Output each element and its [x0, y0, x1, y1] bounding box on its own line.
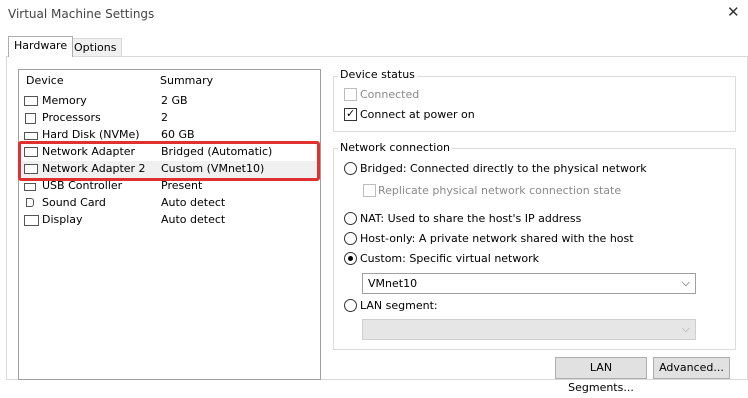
lan-segment-select[interactable]: ⌵ [362, 319, 696, 340]
device-summary: 2 GB [161, 94, 188, 107]
custom-network-select[interactable]: VMnet10 ⌵ [362, 273, 696, 294]
nat-label: NAT: Used to share the host's IP address [360, 212, 582, 225]
network-connection-label: Network connection [338, 141, 453, 154]
device-summary: 60 GB [161, 128, 195, 141]
device-row-sound-card[interactable]: Sound Card Auto detect [22, 195, 318, 212]
hard-disk-icon [24, 132, 38, 140]
connect-at-power-on-checkbox[interactable]: ✓ [344, 107, 357, 121]
usb-icon [24, 183, 36, 191]
select-value: VMnet10 [368, 277, 418, 290]
device-summary: 2 [161, 111, 168, 124]
memory-icon [24, 96, 38, 106]
connected-checkbox[interactable] [344, 88, 357, 101]
connected-label: Connected [360, 88, 420, 101]
tab-hardware[interactable]: Hardware [8, 36, 74, 57]
lan-segment-label: LAN segment: [360, 299, 438, 312]
chevron-down-icon: ⌵ [681, 276, 690, 289]
device-row-processors[interactable]: Processors 2 [22, 110, 318, 127]
check-icon: ✓ [346, 107, 356, 120]
window-title: Virtual Machine Settings [8, 7, 155, 21]
device-summary: Auto detect [161, 213, 226, 226]
device-status-group [333, 76, 736, 132]
device-status-label: Device status [338, 68, 417, 81]
speaker-icon [26, 198, 34, 207]
replicate-checkbox[interactable] [363, 184, 376, 197]
highlight-annotation [18, 141, 320, 181]
lan-segment-radio[interactable] [344, 299, 357, 312]
processor-icon [25, 113, 36, 124]
device-summary: Auto detect [161, 196, 226, 209]
chevron-down-icon: ⌵ [681, 322, 690, 335]
monitor-icon [24, 215, 39, 226]
bridged-label: Bridged: Connected directly to the physi… [360, 162, 647, 175]
device-name: Memory [42, 94, 87, 107]
device-name: Processors [42, 111, 101, 124]
host-only-label: Host-only: A private network shared with… [360, 232, 634, 245]
device-name: Hard Disk (NVMe) [42, 128, 140, 141]
radio-selected-dot [348, 256, 353, 261]
bridged-radio[interactable] [344, 162, 357, 175]
connect-at-power-on-label: Connect at power on [360, 108, 475, 121]
tab-options[interactable]: Options [68, 38, 123, 57]
device-row-memory[interactable]: Memory 2 GB [22, 93, 318, 110]
summary-column-header[interactable]: Summary [160, 74, 213, 87]
replicate-label: Replicate physical network connection st… [378, 184, 622, 197]
host-only-radio[interactable] [344, 232, 357, 245]
device-name: Display [42, 213, 83, 226]
device-column-header[interactable]: Device [26, 74, 64, 87]
custom-label: Custom: Specific virtual network [360, 252, 539, 265]
device-name: Sound Card [42, 196, 106, 209]
close-icon[interactable]: ✕ [727, 5, 740, 20]
device-row-display[interactable]: Display Auto detect [22, 212, 318, 229]
custom-radio[interactable] [344, 252, 357, 265]
advanced-button[interactable]: Advanced... [653, 357, 730, 379]
lan-segments-button[interactable]: LAN Segments... [555, 357, 647, 394]
nat-radio[interactable] [344, 212, 357, 225]
